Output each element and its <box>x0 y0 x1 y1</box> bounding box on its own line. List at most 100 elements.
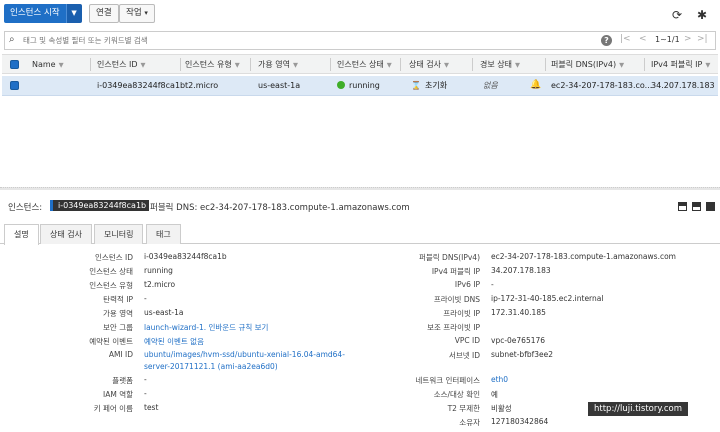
value-key-pair: test <box>144 403 159 412</box>
label-private-dns: 프라이빗 DNS <box>433 295 480 304</box>
pane-splitter[interactable] <box>0 187 720 190</box>
alarm-bell-icon[interactable]: 🔔 <box>530 76 541 95</box>
running-status-icon <box>337 81 345 89</box>
tab-tags[interactable]: 태그 <box>146 224 181 244</box>
value-private-dns: ip-172-31-40-185.ec2.internal <box>491 294 604 303</box>
label-subnet-id: 서브넷 ID <box>448 351 480 360</box>
row-alarm: 없음 <box>483 81 498 90</box>
label-instance-type: 인스턴스 유형 <box>89 281 133 290</box>
connect-button[interactable]: 연결 <box>89 4 119 23</box>
actions-button[interactable]: 작업 ▾ <box>119 4 155 23</box>
ami-id-link[interactable]: ubuntu/images/hvm-ssd/ubuntu-xenial-16.0… <box>144 350 345 359</box>
label-platform: 플랫폼 <box>112 376 133 385</box>
col-public-ip-label: IPv4 퍼블릭 IP <box>651 60 703 69</box>
label-ami-id: AMI ID <box>108 350 133 359</box>
network-interface-link[interactable]: eth0 <box>491 375 508 384</box>
table-header: Name ▼ 인스턴스 ID ▼ 인스턴스 유형 ▼ 가용 영역 ▼ 인스턴스 상태 ▼ … <box>2 54 718 74</box>
label-t2-unlimited: T2 무제한 <box>447 404 480 413</box>
layout-half-icon[interactable] <box>692 202 701 211</box>
next-page-icon[interactable]: > <box>684 34 692 44</box>
select-all-checkbox[interactable] <box>10 60 19 69</box>
row-status-check-label: 초기화 <box>424 81 448 90</box>
column-divider <box>545 58 546 71</box>
details-public-dns: 퍼블릭 DNS: ec2-34-207-178-183.compute-1.am… <box>150 203 410 213</box>
column-divider <box>180 58 181 71</box>
label-security-group: 보안 그룹 <box>103 323 133 332</box>
label-instance-state: 인스턴스 상태 <box>89 267 133 276</box>
search-input[interactable] <box>23 32 583 49</box>
sort-icon: ▼ <box>514 61 520 69</box>
table-row[interactable]: i-0349ea83244f8ca1b t2.micro us-east-1a … <box>2 76 718 96</box>
value-owner: 127180342864 <box>491 417 549 426</box>
value-instance-type: t2.micro <box>144 280 176 289</box>
label-key-pair: 키 페어 이름 <box>93 404 133 413</box>
col-status-check-label: 상태 검사 <box>409 60 441 69</box>
col-status-check[interactable]: 상태 검사 ▼ <box>409 55 449 75</box>
ami-id-link-line2[interactable]: server-20171121.1 (ami-aa2ea6d0) <box>144 362 278 371</box>
row-public-ip: 34.207.178.183 <box>651 81 715 90</box>
layout-top-icon[interactable] <box>678 202 687 211</box>
col-alarm[interactable]: 경보 상태 ▼ <box>480 55 520 75</box>
value-iam-role: - <box>144 389 147 398</box>
launch-instance-button[interactable]: 인스턴스 시작 ▼ <box>4 4 82 23</box>
first-page-icon[interactable]: |< <box>620 34 631 44</box>
row-state-label: running <box>349 81 380 90</box>
label-vpc-id: VPC ID <box>454 336 480 345</box>
sort-icon: ▼ <box>443 61 449 69</box>
gear-icon[interactable]: ✱ <box>697 9 707 21</box>
col-instance-type[interactable]: 인스턴스 유형 ▼ <box>185 55 240 75</box>
scheduled-events-link[interactable]: 예약된 이벤트 없음 <box>144 336 204 347</box>
label-private-ip: 프라이빗 IP <box>443 309 480 318</box>
label-iam-role: IAM 역할 <box>103 390 133 399</box>
col-name-label: Name <box>32 60 56 69</box>
column-divider <box>330 58 331 71</box>
value-ipv6: - <box>491 280 494 289</box>
layout-full-icon[interactable] <box>706 202 715 211</box>
tab-description[interactable]: 설명 <box>4 224 39 245</box>
actions-label: 작업 <box>126 8 142 18</box>
col-instance-state-label: 인스턴스 상태 <box>337 60 384 69</box>
watermark: http://luji.tistory.com <box>588 402 689 416</box>
col-public-ip[interactable]: IPv4 퍼블릭 IP ▼ <box>651 55 710 75</box>
launch-instance-label[interactable]: 인스턴스 시작 <box>4 4 66 23</box>
value-public-dns: ec2-34-207-178-183.compute-1.amazonaws.c… <box>491 252 676 261</box>
col-public-dns-label: 퍼블릭 DNS(IPv4) <box>551 60 617 69</box>
prev-page-icon[interactable]: < <box>639 34 647 44</box>
label-elastic-ip: 탄력적 IP <box>103 295 133 304</box>
launch-dropdown-caret-icon[interactable]: ▼ <box>65 4 82 23</box>
label-public-ip: IPv4 퍼블릭 IP <box>431 267 480 276</box>
refresh-icon[interactable]: ⟳ <box>672 9 682 21</box>
label-network-interface: 네트워크 인터페이스 <box>415 376 480 385</box>
sort-icon: ▼ <box>619 61 625 69</box>
search-icon: ⌕ <box>9 34 15 45</box>
tab-status-checks[interactable]: 상태 검사 <box>40 224 92 244</box>
row-status-check: ⌛ 초기화 <box>411 76 447 95</box>
last-page-icon[interactable]: >| <box>697 34 708 44</box>
value-t2-unlimited: 비활성 <box>491 404 512 413</box>
label-owner: 소유자 <box>459 418 480 427</box>
pager-text: 1~1/1 <box>655 35 680 44</box>
col-instance-id[interactable]: 인스턴스 ID ▼ <box>97 55 146 75</box>
value-instance-id: i-0349ea83244f8ca1b <box>144 252 227 261</box>
col-az[interactable]: 가용 영역 ▼ <box>258 55 298 75</box>
value-private-ip: 172.31.40.185 <box>491 308 546 317</box>
value-platform: - <box>144 375 147 384</box>
details-tabs: 설명 상태 검사 모니터링 태그 <box>0 222 720 245</box>
row-instance-id: i-0349ea83244f8ca1b <box>97 81 186 90</box>
value-elastic-ip: - <box>144 294 147 303</box>
label-az: 가용 영역 <box>103 309 133 318</box>
value-source-dest-check: 예 <box>491 390 498 399</box>
col-name[interactable]: Name ▼ <box>32 55 64 75</box>
hourglass-icon: ⌛ <box>411 81 421 90</box>
col-instance-state[interactable]: 인스턴스 상태 ▼ <box>337 55 392 75</box>
col-public-dns[interactable]: 퍼블릭 DNS(IPv4) ▼ <box>551 55 624 75</box>
security-group-link[interactable]: launch-wizard-1. 인바운드 규칙 보기 <box>144 322 268 333</box>
sort-icon: ▼ <box>140 61 146 69</box>
help-icon[interactable]: ? <box>601 35 612 46</box>
toolbar: 인스턴스 시작 ▼ 연결 작업 ▾ ⟳ ✱ <box>0 0 720 27</box>
tab-monitoring[interactable]: 모니터링 <box>94 224 144 244</box>
value-vpc-id: vpc-0e765176 <box>491 336 546 345</box>
row-checkbox[interactable] <box>10 81 19 90</box>
label-secondary-private-ip: 보조 프라이빗 IP <box>427 323 480 332</box>
label-ipv6: IPv6 IP <box>454 280 480 289</box>
